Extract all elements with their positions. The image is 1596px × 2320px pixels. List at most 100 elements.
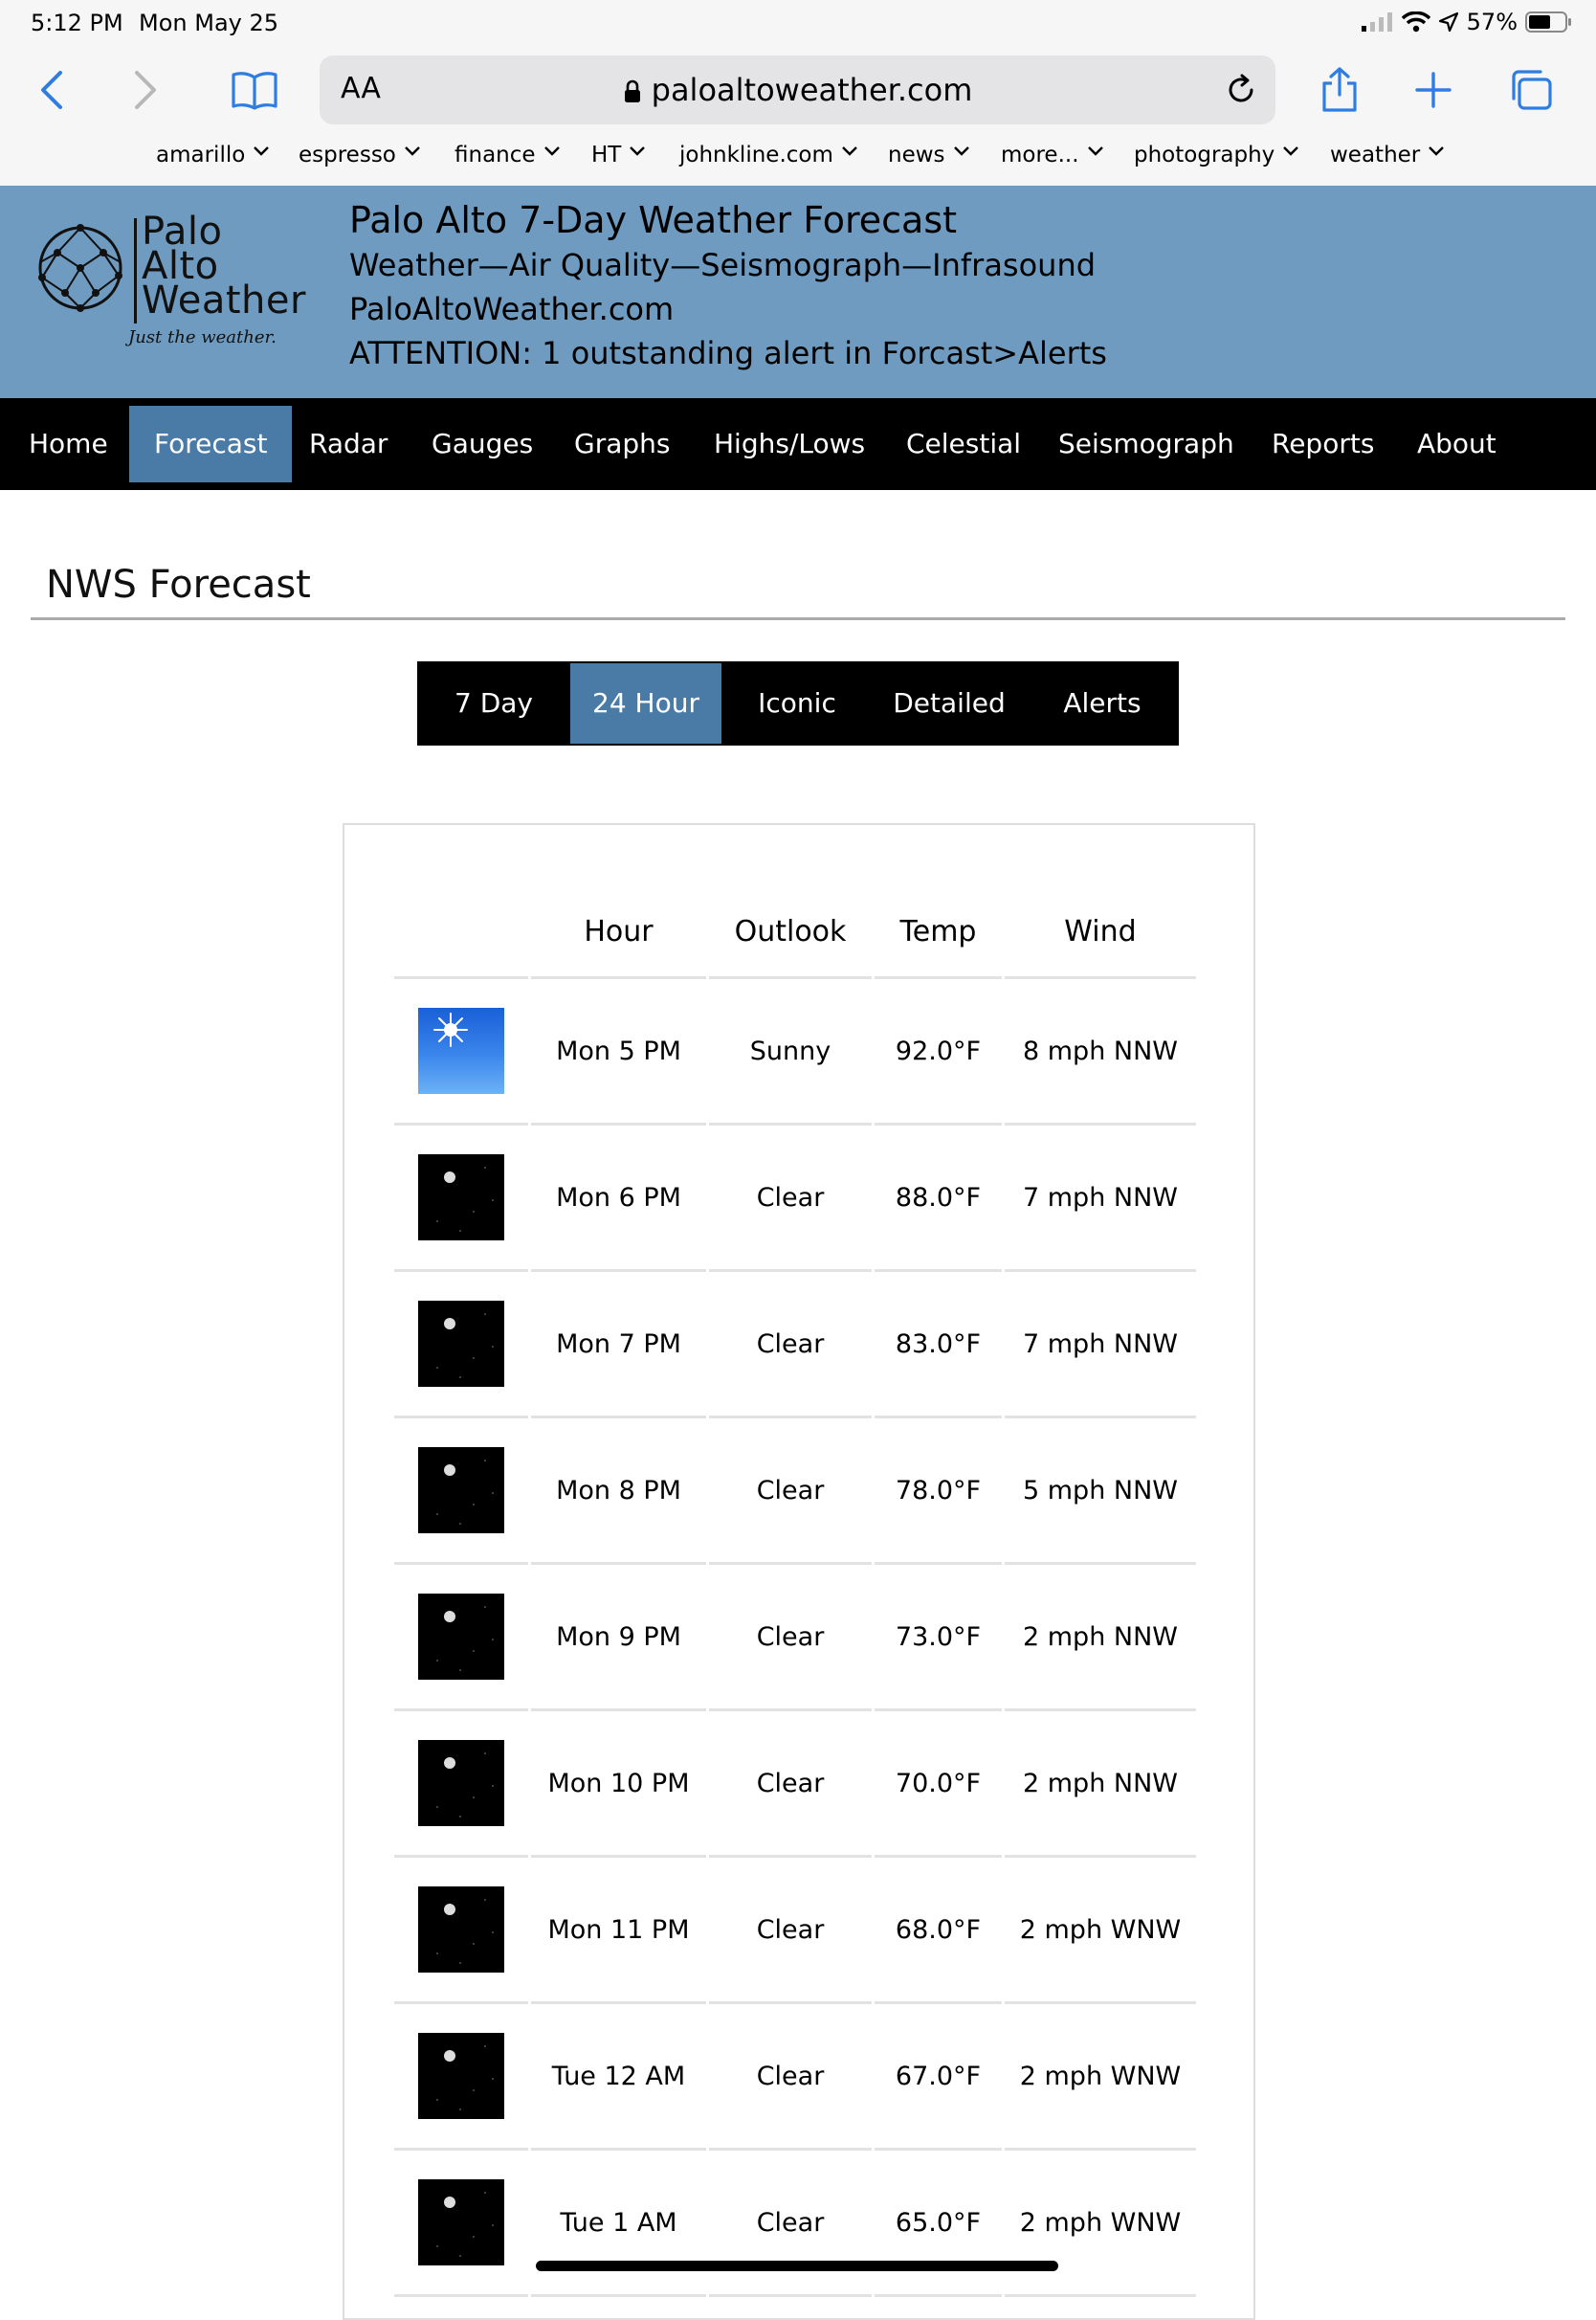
favorite-folder-photography[interactable]: photography xyxy=(1134,144,1299,186)
tab-detailed[interactable]: Detailed xyxy=(873,661,1026,746)
tabs-overview-button[interactable] xyxy=(1504,63,1558,117)
nav-item-celestial[interactable]: Celestial xyxy=(881,406,1046,482)
site-header: Palo Alto Weather Just the weather. Palo… xyxy=(0,186,1596,400)
row-temp: 65.0°F xyxy=(875,2151,1002,2297)
row-hour: Mon 9 PM xyxy=(531,1565,706,1711)
home-indicator[interactable] xyxy=(536,2261,1058,2271)
row-temp: 88.0°F xyxy=(875,1126,1002,1272)
nav-item-forecast[interactable]: Forecast xyxy=(129,406,293,482)
row-wind: 2 mph WNW xyxy=(1005,2151,1196,2297)
battery-percent: 57% xyxy=(1466,9,1518,35)
row-outlook: Clear xyxy=(709,2151,872,2297)
nav-item-reports[interactable]: Reports xyxy=(1247,406,1399,482)
site-logo[interactable]: Palo Alto Weather Just the weather. xyxy=(36,212,333,358)
forecast-tabs: 7 Day 24 Hour Iconic Detailed Alerts xyxy=(417,661,1179,746)
row-temp: 78.0°F xyxy=(875,1418,1002,1565)
forecast-card: Hour Outlook Temp Wind Mon 5 PM Sunny 92… xyxy=(343,823,1255,2320)
header-outlook: Outlook xyxy=(709,886,872,979)
reload-icon xyxy=(1229,74,1253,102)
row-hour: Mon 10 PM xyxy=(531,1711,706,1858)
chevron-down-icon xyxy=(1429,146,1445,156)
tab-7-day[interactable]: 7 Day xyxy=(417,661,570,746)
chevron-down-icon xyxy=(405,146,420,156)
tab-24-hour[interactable]: 24 Hour xyxy=(570,663,721,744)
section-title: NWS Forecast xyxy=(46,563,311,607)
clear-night-icon xyxy=(418,1594,504,1680)
chevron-down-icon xyxy=(1087,146,1103,156)
row-wind: 2 mph WNW xyxy=(1005,1858,1196,2004)
cellular-signal-icon xyxy=(1361,12,1392,32)
geodesic-sphere-icon xyxy=(38,224,122,312)
wifi-icon xyxy=(1401,11,1430,33)
row-wind: 2 mph NNW xyxy=(1005,1711,1196,1858)
tab-alerts[interactable]: Alerts xyxy=(1026,661,1179,746)
favorite-folder-finance[interactable]: finance xyxy=(454,144,561,186)
clear-night-icon xyxy=(418,1301,504,1387)
clear-night-icon xyxy=(418,1740,504,1826)
status-bar: 5:12 PM Mon May 25 57% xyxy=(0,0,1596,46)
table-row: Tue 1 AM Clear 65.0°F 2 mph WNW xyxy=(394,2151,1196,2297)
row-temp: 67.0°F xyxy=(875,2004,1002,2151)
row-hour: Mon 7 PM xyxy=(531,1272,706,1418)
nav-item-gauges[interactable]: Gauges xyxy=(407,406,558,482)
favorite-folder-espresso[interactable]: espresso xyxy=(299,144,421,186)
back-button[interactable] xyxy=(25,63,78,117)
browser-toolbar: AA paloaltoweather.com xyxy=(0,46,1596,144)
address-bar[interactable]: AA paloaltoweather.com xyxy=(320,56,1275,124)
table-row: Mon 8 PM Clear 78.0°F 5 mph NNW xyxy=(394,1418,1196,1565)
chevron-right-icon xyxy=(135,71,156,109)
row-wind: 7 mph NNW xyxy=(1005,1272,1196,1418)
row-temp: 73.0°F xyxy=(875,1565,1002,1711)
status-date: Mon May 25 xyxy=(139,10,279,36)
bookmarks-button[interactable] xyxy=(228,63,281,117)
nav-item-graphs[interactable]: Graphs xyxy=(549,406,695,482)
clear-night-icon xyxy=(418,2033,504,2119)
logo-divider xyxy=(134,218,137,323)
sunny-icon xyxy=(418,1008,504,1094)
favorite-folder-johnkline[interactable]: johnkline.com xyxy=(679,144,858,186)
forecast-table: Hour Outlook Temp Wind Mon 5 PM Sunny 92… xyxy=(394,886,1196,2297)
nav-item-radar[interactable]: Radar xyxy=(284,406,412,482)
favorite-folder-more[interactable]: more... xyxy=(1001,144,1104,186)
main-nav: Home Forecast Radar Gauges Graphs Highs/… xyxy=(0,398,1596,490)
alert-notice[interactable]: ATTENTION: 1 outstanding alert in Forcas… xyxy=(349,335,1107,371)
reload-button[interactable] xyxy=(1220,69,1262,111)
favorite-folder-ht[interactable]: HT xyxy=(591,144,646,186)
row-temp: 83.0°F xyxy=(875,1272,1002,1418)
chevron-down-icon xyxy=(254,146,270,156)
share-button[interactable] xyxy=(1313,63,1366,117)
favorite-folder-amarillo[interactable]: amarillo xyxy=(156,144,270,186)
row-outlook: Sunny xyxy=(709,979,872,1126)
tab-iconic[interactable]: Iconic xyxy=(721,661,873,746)
chevron-down-icon xyxy=(630,146,646,156)
table-row: Mon 10 PM Clear 70.0°F 2 mph NNW xyxy=(394,1711,1196,1858)
header-temp: Temp xyxy=(875,886,1002,979)
favorite-folder-weather[interactable]: weather xyxy=(1330,144,1445,186)
header-icon xyxy=(394,886,528,979)
clear-night-icon xyxy=(418,1154,504,1240)
header-hour: Hour xyxy=(531,886,706,979)
battery-icon xyxy=(1525,11,1571,33)
clear-night-icon xyxy=(418,1447,504,1533)
nav-item-about[interactable]: About xyxy=(1392,406,1521,482)
table-row: Mon 5 PM Sunny 92.0°F 8 mph NNW xyxy=(394,979,1196,1126)
row-outlook: Clear xyxy=(709,1418,872,1565)
status-time: 5:12 PM xyxy=(31,10,123,36)
row-temp: 70.0°F xyxy=(875,1711,1002,1858)
favorite-folder-news[interactable]: news xyxy=(888,144,970,186)
header-wind: Wind xyxy=(1005,886,1196,979)
row-outlook: Clear xyxy=(709,1272,872,1418)
row-outlook: Clear xyxy=(709,1711,872,1858)
new-tab-button[interactable] xyxy=(1407,63,1460,117)
lock-icon xyxy=(624,79,640,102)
location-arrow-icon xyxy=(1438,11,1458,33)
row-wind: 7 mph NNW xyxy=(1005,1126,1196,1272)
forward-button[interactable] xyxy=(119,63,172,117)
plus-icon xyxy=(1415,72,1452,108)
table-row: Mon 11 PM Clear 68.0°F 2 mph WNW xyxy=(394,1858,1196,2004)
row-outlook: Clear xyxy=(709,2004,872,2151)
nav-item-seismograph[interactable]: Seismograph xyxy=(1033,406,1259,482)
nav-item-highs-lows[interactable]: Highs/Lows xyxy=(689,406,890,482)
nav-item-home[interactable]: Home xyxy=(4,406,133,482)
table-row: Mon 9 PM Clear 73.0°F 2 mph NNW xyxy=(394,1565,1196,1711)
